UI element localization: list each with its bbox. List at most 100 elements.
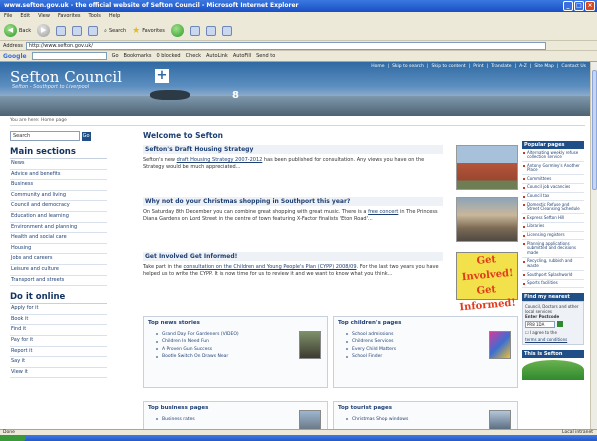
agree-checkbox-label[interactable]: ☐ I agree to the <box>525 330 581 335</box>
nav-jobs-careers[interactable]: Jobs and careers <box>10 254 107 265</box>
logo-cross-icon: + <box>155 68 169 83</box>
taskbar <box>0 435 597 441</box>
story-link[interactable]: free concert <box>368 209 398 215</box>
popular-link[interactable]: Licensing registers <box>522 232 584 241</box>
menu-view[interactable]: View <box>38 12 50 21</box>
right-sidebar: Popular pages Alternating weekly refuse … <box>522 141 584 381</box>
autolink-button[interactable]: AutoLink <box>206 53 228 59</box>
home-button[interactable] <box>88 25 99 36</box>
nav-say-it[interactable]: Say it <box>10 357 107 368</box>
nav-leisure-culture[interactable]: Leisure and culture <box>10 265 107 276</box>
link-skip-search[interactable]: Skip to search <box>392 64 424 69</box>
postcode-input[interactable]: PR8 1DA <box>525 321 555 329</box>
childrens-graphic <box>489 331 511 359</box>
send-to-button[interactable]: Send to <box>256 53 275 59</box>
favorites-button[interactable]: ★ Favorites <box>132 26 165 36</box>
address-input[interactable]: http://www.sefton.gov.uk/ <box>25 41 546 50</box>
popular-link[interactable]: Antony Gormley's Another Place <box>522 162 584 176</box>
back-button[interactable]: ◀ Back <box>4 24 31 37</box>
top-childrens-box: Top children's pages School admissions C… <box>333 316 518 388</box>
popup-blocked-indicator[interactable]: 0 blocked <box>156 53 180 59</box>
nav-council-democracy[interactable]: Council and democracy <box>10 201 107 212</box>
media-button[interactable] <box>170 24 184 37</box>
nav-news[interactable]: News <box>10 159 107 170</box>
start-button[interactable] <box>0 435 26 441</box>
nav-view-it[interactable]: View it <box>10 368 107 379</box>
popular-link[interactable]: Recycling, rubbish and waste <box>522 258 584 272</box>
nav-transport-streets[interactable]: Transport and streets <box>10 276 107 287</box>
banner-sculpture-image <box>150 90 190 100</box>
menu-file[interactable]: File <box>4 12 12 21</box>
site-search-input[interactable]: Search <box>10 131 80 141</box>
link-a-z[interactable]: A-Z <box>519 64 527 69</box>
popular-link[interactable]: Committees <box>522 175 584 184</box>
story-get-involved: Get Involved Get Informed! Take part in … <box>143 252 518 313</box>
link-skip-content[interactable]: Skip to content <box>432 64 466 69</box>
nav-pay-for-it[interactable]: Pay for it <box>10 336 107 347</box>
refresh-button[interactable] <box>72 25 83 36</box>
web-page: 8 Sefton Council + Sefton - Southport to… <box>0 62 590 429</box>
stop-button[interactable] <box>56 25 67 36</box>
mail-button[interactable] <box>205 25 216 36</box>
close-button[interactable]: × <box>585 1 595 11</box>
link-print[interactable]: Print <box>473 64 483 69</box>
forward-button[interactable]: ▶ <box>37 24 51 37</box>
google-search-input[interactable] <box>31 52 107 60</box>
nav-community-living[interactable]: Community and living <box>10 191 107 202</box>
nav-advice-benefits[interactable]: Advice and benefits <box>10 170 107 181</box>
story-title[interactable]: Sefton's Draft Housing Strategy <box>143 145 443 154</box>
nav-report-it[interactable]: Report it <box>10 347 107 358</box>
link-home[interactable]: Home <box>371 64 384 69</box>
banner-number-graphic: 8 <box>232 90 239 101</box>
popular-link[interactable]: Planning applications submitted and deci… <box>522 240 584 258</box>
menu-edit[interactable]: Edit <box>20 12 30 21</box>
history-button[interactable] <box>189 25 200 36</box>
popular-link[interactable]: Libraries <box>522 223 584 232</box>
browser-toolbar: ◀ Back ▶ ⌕ Search ★ Favorites <box>0 21 597 41</box>
popular-link[interactable]: Council job vacancies <box>522 184 584 193</box>
nav-education-learning[interactable]: Education and learning <box>10 212 107 223</box>
search-button[interactable]: ⌕ Search <box>104 28 126 34</box>
nav-business[interactable]: Business <box>10 180 107 191</box>
nav-apply-for-it[interactable]: Apply for it <box>10 304 107 315</box>
popular-link[interactable]: Express Sefton Hill <box>522 214 584 223</box>
popular-link[interactable]: Domestic Refuse and Street Cleansing Sch… <box>522 201 584 215</box>
site-search-go-button[interactable]: Go <box>81 131 91 141</box>
autofill-button[interactable]: AutoFill <box>233 53 251 59</box>
maximize-button[interactable]: □ <box>574 1 584 11</box>
spell-check-button[interactable]: Check <box>186 53 201 59</box>
popular-link[interactable]: Sports facilities <box>522 280 584 289</box>
nav-find-it[interactable]: Find it <box>10 325 107 336</box>
sefton-promo-image[interactable] <box>522 360 584 381</box>
print-button[interactable] <box>221 25 232 36</box>
link-translate[interactable]: Translate <box>491 64 511 69</box>
popular-link[interactable]: Council tax <box>522 193 584 202</box>
search-icon: ⌕ <box>104 27 107 34</box>
bookmarks-button[interactable]: Bookmarks <box>124 53 152 59</box>
nav-health-social-care[interactable]: Health and social care <box>10 233 107 244</box>
story-link[interactable]: draft Housing Strategy 2007-2012 <box>177 157 263 163</box>
nav-book-it[interactable]: Book it <box>10 315 107 326</box>
story-title[interactable]: Why not do your Christmas shopping in So… <box>143 197 443 206</box>
story-title[interactable]: Get Involved Get Informed! <box>143 252 443 261</box>
nav-environment-planning[interactable]: Environment and planning <box>10 223 107 234</box>
menu-tools[interactable]: Tools <box>89 12 101 21</box>
google-toolbar: Google Go Bookmarks 0 blocked Check Auto… <box>0 51 597 62</box>
business-thumbnail <box>299 410 321 429</box>
popular-link[interactable]: Alternating weekly refuse collection ser… <box>522 149 584 163</box>
story-text: Take part in the consultation on the Chi… <box>143 264 439 277</box>
menu-favorites[interactable]: Favorites <box>58 12 81 21</box>
postcode-go-button[interactable] <box>556 320 563 327</box>
menu-help[interactable]: Help <box>109 12 120 21</box>
story-link[interactable]: consultation on the Children and Young P… <box>183 264 356 270</box>
link-contact-us[interactable]: Contact Us <box>561 64 586 69</box>
breadcrumb: You are here: Home page <box>10 118 67 123</box>
minimize-button[interactable]: _ <box>563 1 573 11</box>
scrollbar-thumb[interactable] <box>592 70 597 190</box>
link-site-map[interactable]: Site Map <box>534 64 554 69</box>
google-go-button[interactable]: Go <box>112 53 119 59</box>
nav-housing[interactable]: Housing <box>10 244 107 255</box>
terms-link[interactable]: terms and conditions <box>525 337 581 342</box>
popular-link[interactable]: Southport Splashworld <box>522 271 584 280</box>
vertical-scrollbar[interactable] <box>590 62 597 429</box>
